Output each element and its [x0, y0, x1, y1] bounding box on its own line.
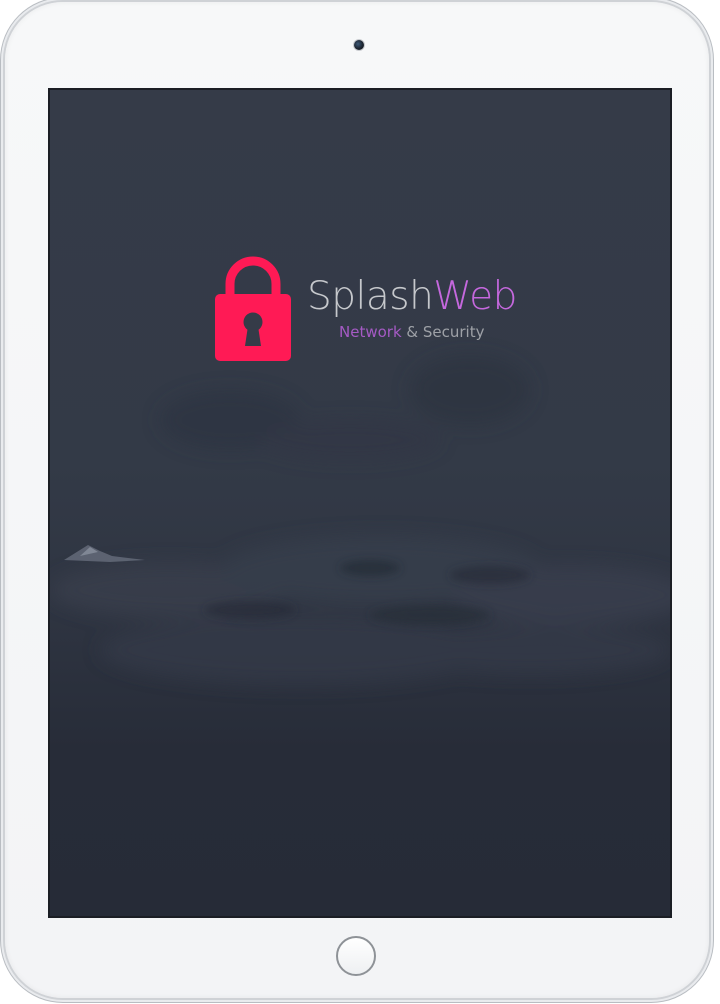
- brand-tagline: Network & Security: [339, 325, 484, 340]
- tablet-frame: SplashWeb Network & Security: [5, 2, 709, 998]
- brand-name: SplashWeb: [307, 277, 517, 316]
- splashweb-logo: SplashWeb Network & Security: [215, 250, 517, 365]
- padlock-icon: [215, 256, 291, 361]
- camera-icon: [354, 40, 364, 50]
- home-button-icon[interactable]: [336, 936, 376, 976]
- tagline-part1: Network: [339, 323, 402, 341]
- clouds-background: [50, 355, 670, 685]
- brand-name-part2: Web: [433, 274, 517, 319]
- tagline-part2: & Security: [401, 323, 485, 341]
- brand-name-part1: Splash: [307, 274, 434, 319]
- splash-screen: SplashWeb Network & Security: [48, 88, 672, 918]
